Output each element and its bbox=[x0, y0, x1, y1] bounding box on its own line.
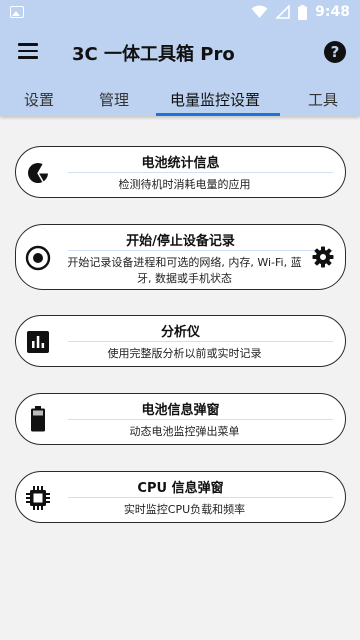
record-icon bbox=[25, 245, 51, 271]
cpu-popup-card[interactable]: CPU 信息弹窗 实时监控CPU负载和频率 bbox=[15, 471, 346, 523]
battery-icon bbox=[25, 406, 51, 432]
card-description: 检测待机时消耗电量的应用 bbox=[118, 178, 251, 191]
tab-bar: 设置 管理 电量监控设置 工具 bbox=[0, 80, 360, 116]
divider bbox=[68, 419, 333, 420]
card-title: 分析仪 bbox=[160, 325, 200, 340]
active-tab-indicator bbox=[156, 113, 280, 116]
card-title: 电池信息弹窗 bbox=[141, 403, 220, 418]
signal-icon bbox=[276, 5, 290, 19]
battery-stats-card[interactable]: 电池统计信息 检测待机时消耗电量的应用 bbox=[15, 146, 346, 198]
divider bbox=[68, 250, 333, 251]
bar-chart-icon bbox=[25, 329, 51, 355]
tab-tools[interactable]: 工具 bbox=[308, 89, 338, 110]
card-description: 使用完整版分析以前或实时记录 bbox=[107, 347, 262, 360]
menu-icon[interactable] bbox=[18, 43, 38, 59]
card-description: 开始记录设备进程和可选的网络, 内存, Wi-Fi, 蓝牙, 数据或手机状态 bbox=[67, 256, 302, 285]
card-description: 实时监控CPU负载和频率 bbox=[123, 503, 246, 516]
divider bbox=[68, 341, 333, 342]
pie-chart-icon bbox=[25, 160, 51, 186]
analyzer-card[interactable]: 分析仪 使用完整版分析以前或实时记录 bbox=[15, 315, 346, 367]
status-time: 9:48 bbox=[315, 4, 350, 20]
tab-battery-monitor-settings[interactable]: 电量监控设置 bbox=[170, 89, 260, 110]
help-icon[interactable]: ? bbox=[324, 41, 346, 63]
card-title: CPU 信息弹窗 bbox=[137, 481, 224, 496]
wifi-icon bbox=[251, 5, 268, 18]
card-description: 动态电池监控弹出菜单 bbox=[129, 425, 240, 438]
battery-popup-card[interactable]: 电池信息弹窗 动态电池监控弹出菜单 bbox=[15, 393, 346, 445]
image-notification-icon bbox=[10, 6, 24, 18]
tab-settings[interactable]: 设置 bbox=[24, 89, 54, 110]
app-title: 3C 一体工具箱 Pro bbox=[72, 44, 235, 65]
card-title: 电池统计信息 bbox=[141, 156, 220, 171]
tab-manage[interactable]: 管理 bbox=[99, 89, 129, 110]
status-bar: 9:48 bbox=[0, 0, 360, 24]
device-recording-card[interactable]: 开始/停止设备记录 开始记录设备进程和可选的网络, 内存, Wi-Fi, 蓝牙,… bbox=[15, 224, 346, 290]
gear-icon[interactable] bbox=[311, 245, 335, 269]
app-bar: 3C 一体工具箱 Pro ? bbox=[0, 24, 360, 80]
battery-status-icon bbox=[298, 4, 308, 20]
divider bbox=[68, 172, 333, 173]
card-title: 开始/停止设备记录 bbox=[126, 234, 235, 249]
divider bbox=[68, 497, 333, 498]
cpu-chip-icon bbox=[25, 485, 51, 511]
